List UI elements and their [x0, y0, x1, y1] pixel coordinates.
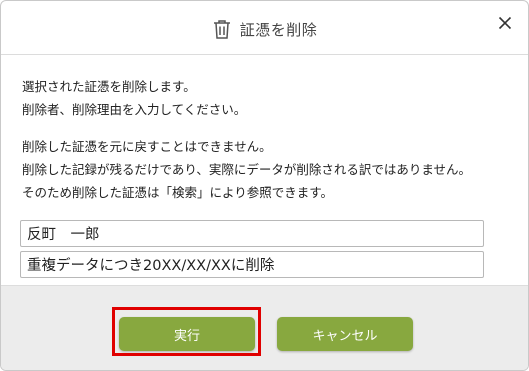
trash-icon — [212, 19, 232, 39]
dialog-title: 証憑を削除 — [239, 20, 318, 39]
dialog-title-group: 証憑を削除 — [1, 18, 528, 40]
instruction-line: 選択された証憑を削除します。 — [22, 79, 196, 94]
delete-voucher-dialog: 証憑を削除 選択された証憑を削除します。 削除者、削除理由を入力してください。 … — [0, 0, 529, 371]
close-icon — [498, 15, 512, 34]
deletion-reason-input[interactable] — [20, 251, 484, 278]
dialog-footer — [1, 285, 528, 370]
warning-line: 削除した記録が残るだけであり、実際にデータが削除される訳ではありません。 — [22, 162, 472, 177]
instruction-line: 削除者、削除理由を入力してください。 — [22, 102, 247, 117]
execute-button-label: 実行 — [173, 328, 200, 344]
execute-button[interactable]: 実行 — [119, 317, 255, 351]
cancel-button-label: キャンセル — [312, 328, 378, 344]
cancel-button[interactable]: キャンセル — [277, 317, 413, 351]
dialog-header: 証憑を削除 — [1, 1, 528, 55]
instruction-message: 選択された証憑を削除します。 削除者、削除理由を入力してください。 — [22, 75, 512, 121]
warning-line: そのため削除した証憑は「検索」により参照できます。 — [22, 185, 334, 200]
warning-message: 削除した証憑を元に戻すことはできません。 削除した記録が残るだけであり、実際にデ… — [22, 135, 512, 204]
warning-line: 削除した証憑を元に戻すことはできません。 — [22, 139, 272, 154]
deleter-name-input[interactable] — [20, 220, 484, 247]
close-button[interactable] — [494, 13, 516, 35]
